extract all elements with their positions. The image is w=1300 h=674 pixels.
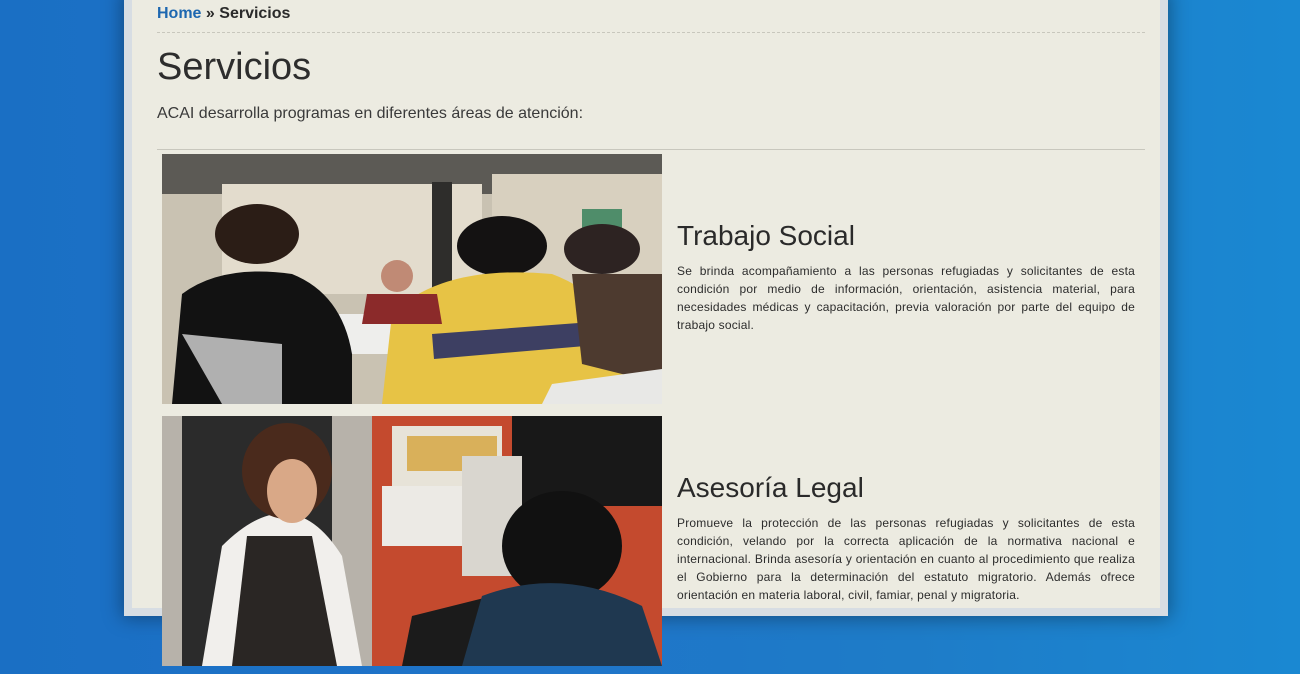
breadcrumb-current: Servicios: [219, 5, 291, 22]
service-asesoria-legal: Asesoría Legal Promueve la protección de…: [157, 412, 1145, 674]
asesoria-legal-text: Asesoría Legal Promueve la protección de…: [677, 472, 1135, 604]
breadcrumb-separator: »: [205, 5, 215, 22]
page-title: Servicios: [157, 46, 312, 88]
service-description: Promueve la protección de las personas r…: [677, 516, 1135, 602]
service-title: Asesoría Legal: [677, 472, 864, 503]
content-panel: Home » Servicios Servicios ACAI desarrol…: [132, 0, 1160, 666]
asesoria-legal-photo: [162, 416, 662, 666]
service-title: Trabajo Social: [677, 220, 855, 251]
trabajo-social-photo: [162, 154, 662, 404]
service-trabajo-social: Trabajo Social Se brinda acompañamiento …: [157, 150, 1145, 412]
content-inner: Home » Servicios Servicios ACAI desarrol…: [157, 0, 1145, 674]
breadcrumb: Home » Servicios: [157, 0, 1145, 33]
breadcrumb-home-link[interactable]: Home: [157, 5, 201, 22]
trabajo-social-text: Trabajo Social Se brinda acompañamiento …: [677, 220, 1135, 334]
page-intro: ACAI desarrolla programas en diferentes …: [157, 105, 584, 122]
service-description: Se brinda acompañamiento a las personas …: [677, 264, 1135, 332]
